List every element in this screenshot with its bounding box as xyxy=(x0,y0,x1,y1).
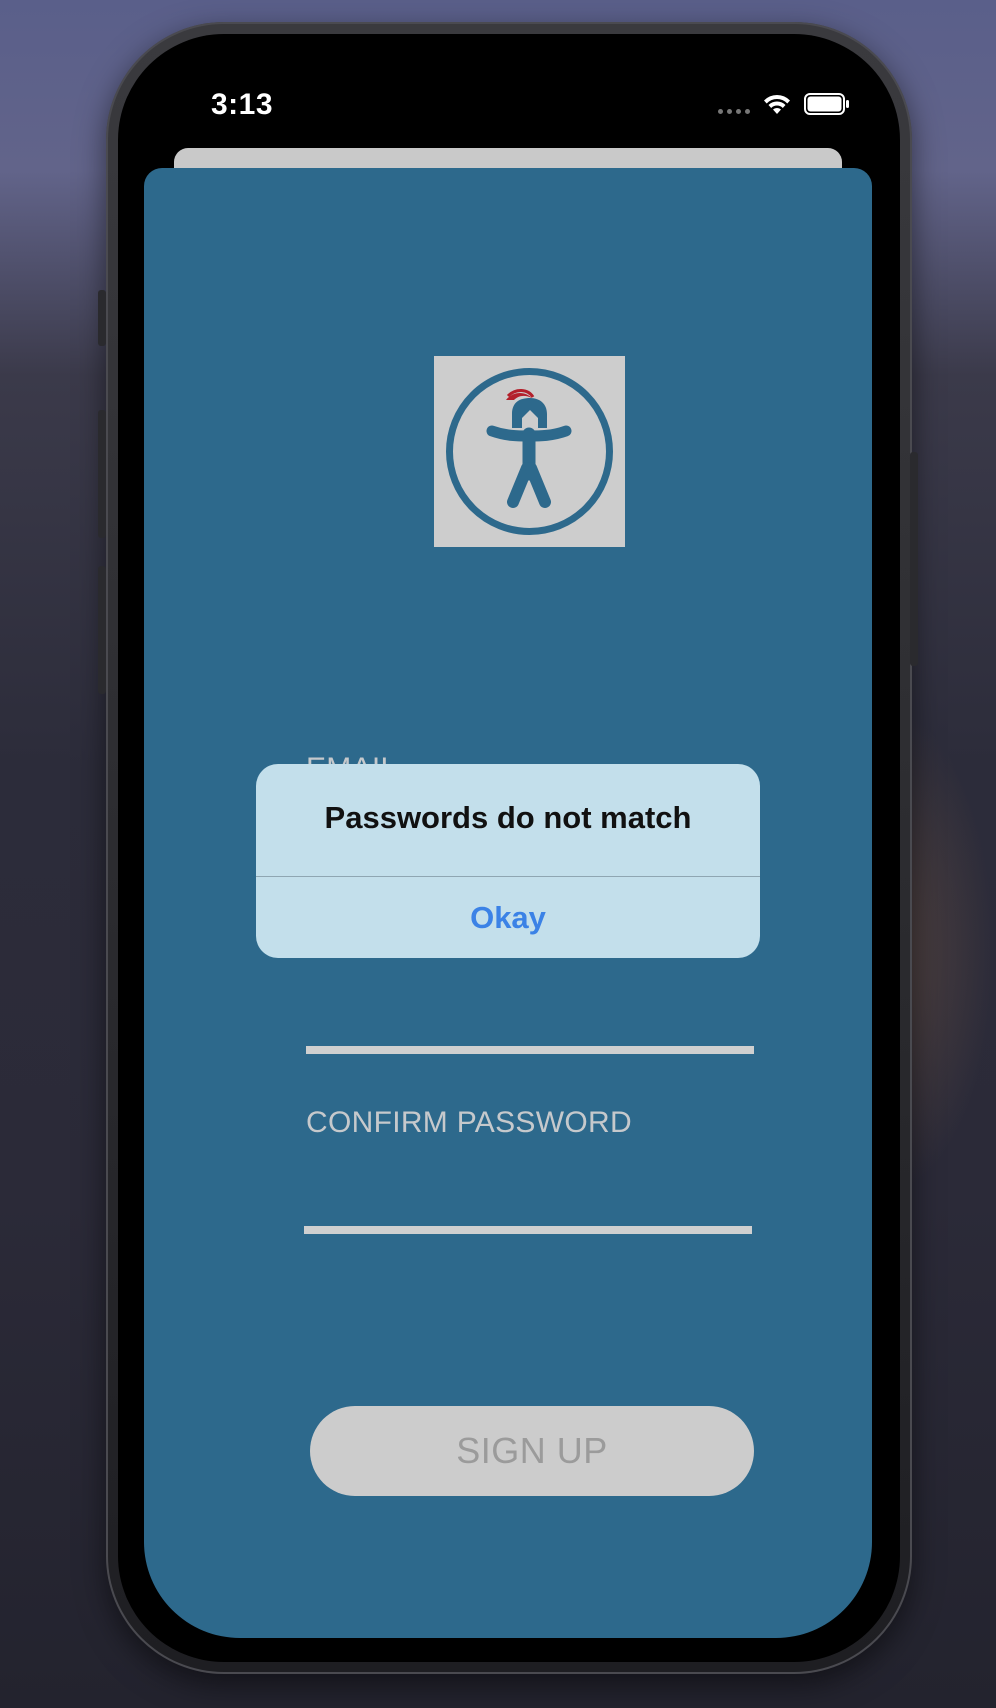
phone-screen: 3:13 CONFIRM PASSWORD SIGN UP Passwords … xyxy=(118,34,900,1662)
battery-icon xyxy=(804,93,850,115)
side-button-volume-down xyxy=(98,566,106,694)
side-button-power xyxy=(910,452,918,666)
side-button-silent xyxy=(98,290,106,346)
confirm-password-field-underline[interactable] xyxy=(304,1226,752,1234)
alert-dialog: Passwords do not match Okay xyxy=(256,764,760,958)
accessibility-warrior-icon xyxy=(446,368,613,535)
confirm-password-label: CONFIRM PASSWORD xyxy=(306,1106,632,1139)
alert-title: Passwords do not match xyxy=(324,800,692,835)
wifi-icon xyxy=(762,92,792,116)
status-bar: 3:13 xyxy=(118,34,900,144)
password-field-underline[interactable] xyxy=(306,1046,754,1054)
cellular-signal-icon xyxy=(718,94,750,114)
status-icons xyxy=(718,92,850,116)
status-time: 3:13 xyxy=(211,88,274,121)
okay-button[interactable]: Okay xyxy=(256,877,760,958)
side-button-volume-up xyxy=(98,410,106,538)
signup-button[interactable]: SIGN UP xyxy=(310,1406,754,1496)
app-logo xyxy=(434,356,625,547)
